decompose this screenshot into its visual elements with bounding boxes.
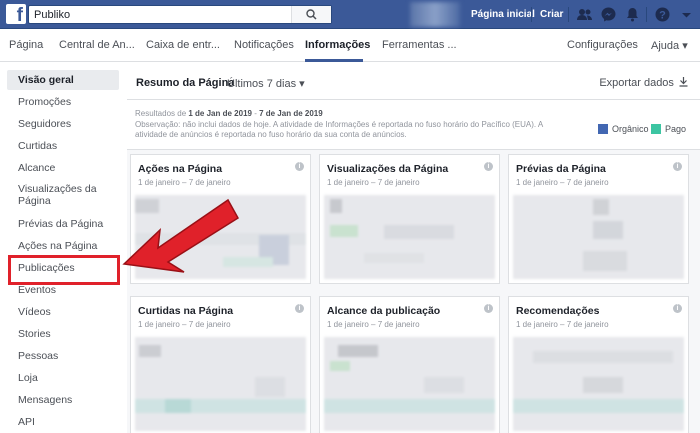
messenger-icon[interactable]: [600, 6, 617, 23]
help-icon[interactable]: ?: [654, 6, 671, 23]
red-arrow-annotation: [122, 198, 240, 273]
tab-notifications[interactable]: Notificações: [234, 39, 294, 51]
tab-ads-center[interactable]: Central de An...: [59, 39, 135, 51]
divider: [531, 7, 532, 22]
results-range-text: Resultados de 1 de Jan de 2019 - 7 de Ja…: [135, 109, 323, 118]
divider: [646, 7, 647, 22]
tab-insights[interactable]: Informações: [305, 39, 370, 51]
legend-organic-label: Orgânico: [612, 124, 649, 134]
sidebar-item-messages[interactable]: Mensagens: [18, 394, 118, 406]
download-icon: [679, 77, 688, 87]
results-info: Resultados de 1 de Jan de 2019 - 7 de Ja…: [127, 100, 700, 150]
info-icon[interactable]: i: [484, 304, 493, 313]
sidebar-item-promotions[interactable]: Promoções: [18, 96, 118, 108]
card-date-range: 1 de janeiro – 7 de janeiro: [327, 178, 420, 187]
profile-avatar-blurred[interactable]: [410, 2, 460, 27]
date-range-selector[interactable]: Últimos 7 dias ▾: [227, 77, 305, 90]
blurred-chart: [135, 337, 306, 431]
blurred-chart: [513, 337, 684, 431]
note-line-2: atividade de anúncios é reportada no fus…: [135, 130, 407, 139]
facebook-logo[interactable]: f: [6, 4, 26, 24]
sidebar-item-api[interactable]: API: [18, 416, 118, 428]
top-navigation-bar: f Publiko Página inicial Criar ?: [0, 0, 700, 29]
card-page-previews[interactable]: Prévias da Página 1 de janeiro – 7 de ja…: [508, 154, 689, 284]
sidebar-item-events[interactable]: Eventos: [18, 284, 118, 296]
info-icon[interactable]: i: [484, 162, 493, 171]
settings-link[interactable]: Configurações: [567, 39, 638, 51]
sidebar-item-stories[interactable]: Stories: [18, 328, 118, 340]
search-box[interactable]: Publiko: [28, 5, 332, 24]
insights-sidebar: Visão geral Promoções Seguidores Curtida…: [0, 62, 127, 433]
info-icon[interactable]: i: [673, 304, 682, 313]
page-title: Resumo da Página: [136, 77, 235, 89]
summary-header: Resumo da Página Últimos 7 dias ▾ Export…: [127, 62, 700, 100]
card-date-range: 1 de janeiro – 7 de janeiro: [516, 320, 609, 329]
note-line-1: Observação: não inclui dados de hoje. A …: [135, 120, 544, 129]
card-title: Ações na Página: [138, 163, 223, 175]
card-post-reach[interactable]: Alcance da publicação 1 de janeiro – 7 d…: [319, 296, 500, 433]
sidebar-item-followers[interactable]: Seguidores: [18, 118, 118, 130]
card-title: Alcance da publicação: [327, 305, 441, 317]
divider: [568, 7, 569, 22]
card-date-range: 1 de janeiro – 7 de janeiro: [138, 320, 231, 329]
export-data-button[interactable]: Exportar dados: [599, 77, 688, 89]
sidebar-item-overview[interactable]: Visão geral: [18, 74, 118, 86]
card-title: Visualizações da Página: [327, 163, 449, 175]
card-recommendations[interactable]: Recomendações 1 de janeiro – 7 de janeir…: [508, 296, 689, 433]
search-icon: [306, 9, 317, 20]
friends-icon[interactable]: [576, 6, 593, 23]
card-date-range: 1 de janeiro – 7 de janeiro: [138, 178, 231, 187]
dropdown-icon[interactable]: [678, 6, 695, 23]
help-menu[interactable]: Ajuda ▾: [651, 39, 688, 52]
card-date-range: 1 de janeiro – 7 de janeiro: [327, 320, 420, 329]
page-tabs-bar: Página Central de An... Caixa de entr...…: [0, 29, 700, 62]
card-page-views[interactable]: Visualizações da Página 1 de janeiro – 7…: [319, 154, 500, 284]
card-title: Curtidas na Página: [138, 305, 234, 317]
info-icon[interactable]: i: [673, 162, 682, 171]
legend-organic-swatch: [598, 124, 608, 134]
sidebar-item-shop[interactable]: Loja: [18, 372, 118, 384]
tab-tools[interactable]: Ferramentas ...: [382, 39, 457, 51]
search-input[interactable]: Publiko: [34, 9, 70, 21]
sidebar-item-videos[interactable]: Vídeos: [18, 306, 118, 318]
info-icon[interactable]: i: [295, 304, 304, 313]
notifications-icon[interactable]: [624, 6, 641, 23]
blurred-chart: [324, 195, 495, 279]
card-date-range: 1 de janeiro – 7 de janeiro: [516, 178, 609, 187]
card-page-likes[interactable]: Curtidas na Página 1 de janeiro – 7 de j…: [130, 296, 311, 433]
sidebar-item-likes[interactable]: Curtidas: [18, 140, 118, 152]
create-link[interactable]: Criar: [540, 9, 563, 20]
sidebar-item-page-views[interactable]: Visualizações da Página: [18, 183, 118, 207]
blurred-chart: [324, 337, 495, 431]
blurred-chart: [513, 195, 684, 279]
card-title: Prévias da Página: [516, 163, 606, 175]
export-label: Exportar dados: [599, 77, 674, 89]
highlight-box: [8, 255, 120, 285]
card-title: Recomendações: [516, 305, 600, 317]
sidebar-item-reach[interactable]: Alcance: [18, 162, 118, 174]
legend-paid-label: Pago: [665, 124, 687, 134]
tab-inbox[interactable]: Caixa de entr...: [146, 39, 220, 51]
info-icon[interactable]: i: [295, 162, 304, 171]
tab-page[interactable]: Página: [9, 39, 43, 51]
legend-paid-swatch: [651, 124, 661, 134]
home-link[interactable]: Página inicial: [471, 9, 535, 20]
search-button[interactable]: [291, 6, 331, 23]
sidebar-item-page-actions[interactable]: Ações na Página: [18, 240, 118, 252]
sidebar-item-page-previews[interactable]: Prévias da Página: [18, 218, 118, 230]
svg-text:?: ?: [659, 10, 666, 22]
sidebar-item-people[interactable]: Pessoas: [18, 350, 118, 362]
